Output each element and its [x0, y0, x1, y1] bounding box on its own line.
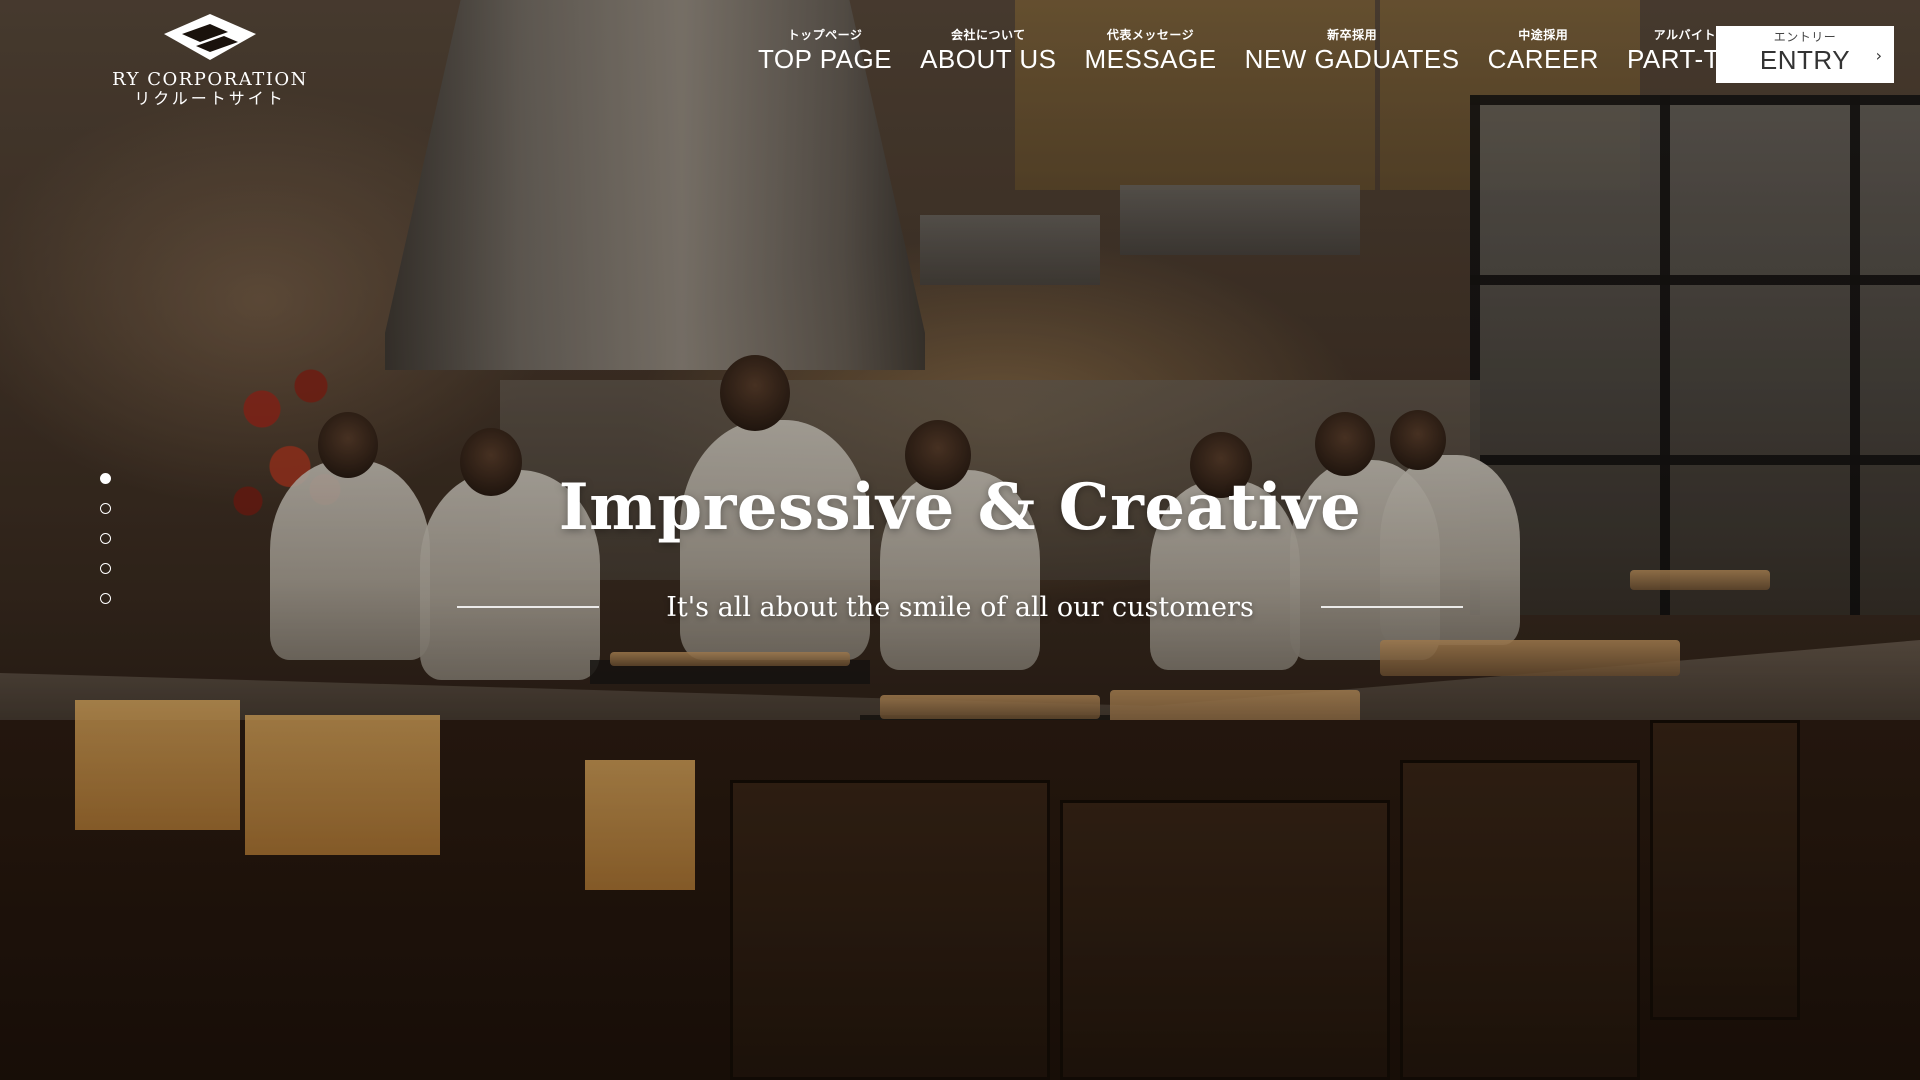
nav-item-jp-label: 新卒採用	[1327, 28, 1378, 42]
main-nav: トップページ TOP PAGE 会社について ABOUT US 代表メッセージ …	[744, 26, 1782, 74]
nav-item-message[interactable]: 代表メッセージ MESSAGE	[1071, 26, 1231, 74]
nav-item-jp-label: トップページ	[787, 28, 863, 42]
nav-item-top-page[interactable]: トップページ TOP PAGE	[744, 26, 906, 74]
brand-subtitle: リクルートサイト	[134, 89, 286, 108]
hero-title: Impressive & Creative	[558, 470, 1362, 545]
nav-item-jp-label: 中途採用	[1518, 28, 1569, 42]
nav-item-career[interactable]: 中途採用 CAREER	[1474, 26, 1613, 74]
nav-item-jp-label: 会社について	[950, 28, 1026, 42]
logo-mark-icon	[164, 14, 256, 60]
nav-item-en-label: MESSAGE	[1084, 44, 1217, 74]
nav-item-en-label: CAREER	[1487, 44, 1599, 74]
slider-dot-4[interactable]	[100, 563, 111, 574]
brand-name: RY CORPORATION	[112, 69, 308, 90]
chevron-right-icon: ›	[1875, 46, 1882, 65]
nav-item-new-graduates[interactable]: 新卒採用 NEW GADUATES	[1231, 26, 1474, 74]
nav-item-en-label: NEW GADUATES	[1244, 44, 1460, 74]
nav-item-about-us[interactable]: 会社について ABOUT US	[906, 26, 1070, 74]
nav-item-en-label: ABOUT US	[920, 44, 1057, 74]
nav-item-jp-label: 代表メッセージ	[1106, 28, 1195, 42]
hero-subtitle: It's all about the smile of all our cust…	[666, 592, 1254, 623]
entry-button[interactable]: エントリー ENTRY ›	[1716, 26, 1894, 83]
entry-jp-label: エントリー	[1773, 30, 1837, 44]
nav-item-en-label: TOP PAGE	[758, 44, 893, 74]
hero-divider-right	[1321, 606, 1463, 608]
entry-en-label: ENTRY	[1759, 45, 1851, 75]
site-logo[interactable]: RY CORPORATION リクルートサイト	[110, 12, 310, 108]
